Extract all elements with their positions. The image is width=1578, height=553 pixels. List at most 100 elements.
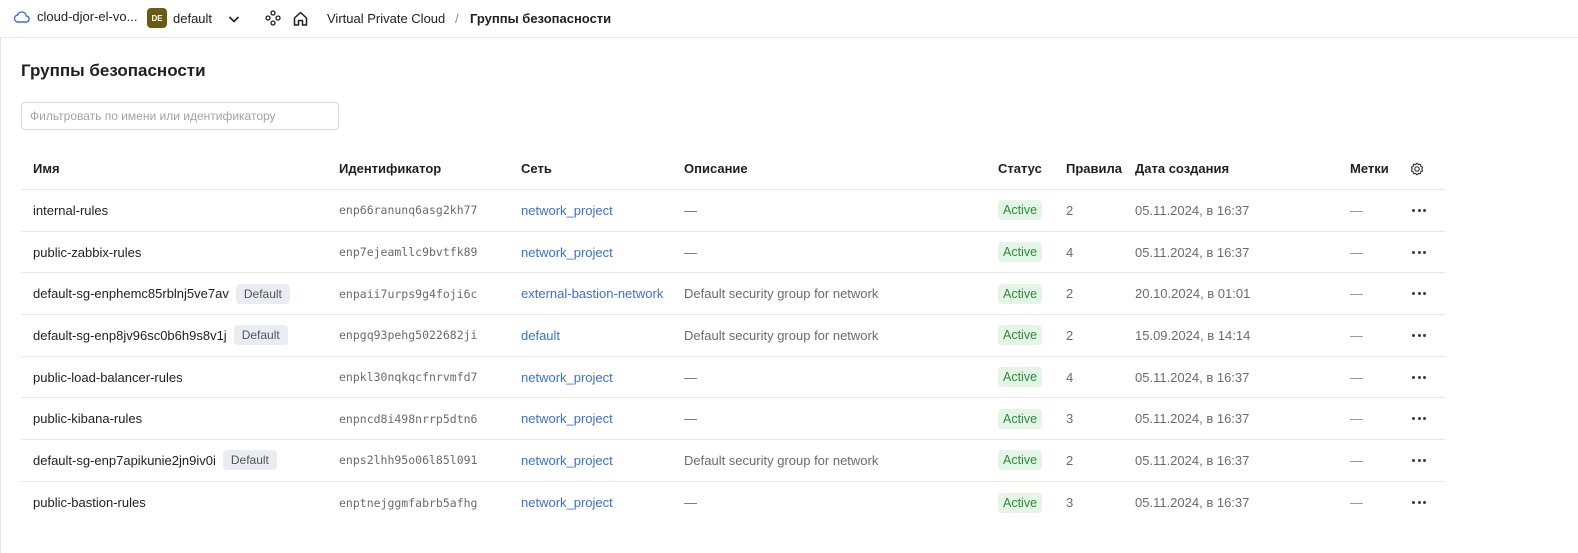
table-row[interactable]: default-sg-enp7apikunie2jn9iv0i Default …	[21, 440, 1445, 482]
rules-count: 4	[1066, 244, 1074, 260]
left-divider	[0, 38, 1, 553]
default-badge: Default	[222, 450, 277, 471]
created-date: 05.11.2024, в 16:37	[1135, 411, 1250, 427]
row-actions-button[interactable]	[1409, 398, 1429, 439]
column-header-rules[interactable]: Правила	[1066, 148, 1122, 189]
row-actions-button[interactable]	[1409, 357, 1429, 398]
more-horizontal-icon	[1412, 250, 1426, 254]
group-id: enpgq93pehg5022682ji	[339, 328, 478, 343]
group-id: enpncd8i498nrrp5dtn6	[339, 411, 478, 426]
more-horizontal-icon	[1412, 333, 1426, 337]
status-badge: Active	[998, 450, 1043, 471]
breadcrumb-vpc[interactable]: Virtual Private Cloud	[327, 11, 445, 26]
row-actions-button[interactable]	[1409, 190, 1429, 231]
rules-count: 2	[1066, 452, 1074, 468]
table-settings-button[interactable]	[1409, 148, 1425, 189]
rules-count: 2	[1066, 202, 1074, 218]
network-link[interactable]: network_project	[521, 495, 613, 510]
default-badge: Default	[233, 325, 288, 346]
row-actions-button[interactable]	[1409, 315, 1429, 356]
table-row[interactable]: public-zabbix-rules enp7ejeamllc9bvtfk89…	[21, 232, 1445, 274]
folder-name[interactable]: default	[173, 11, 212, 26]
column-header-network[interactable]: Сеть	[521, 148, 552, 189]
network-link[interactable]: external-bastion-network	[521, 286, 663, 301]
created-date: 05.11.2024, в 16:37	[1135, 244, 1250, 260]
group-description: —	[684, 369, 697, 385]
column-header-description[interactable]: Описание	[684, 148, 748, 189]
created-date: 20.10.2024, в 01:01	[1135, 286, 1251, 302]
column-header-name[interactable]: Имя	[33, 148, 60, 189]
column-header-id[interactable]: Идентификатор	[339, 148, 441, 189]
network-link[interactable]: network_project	[521, 245, 613, 260]
home-icon[interactable]	[292, 10, 309, 27]
table-row[interactable]: public-load-balancer-rules enpkl30nqkqcf…	[21, 357, 1445, 399]
more-horizontal-icon	[1412, 208, 1426, 212]
status-badge: Active	[998, 325, 1043, 346]
group-name[interactable]: default-sg-enp8jv96sc0b6h9s8v1j	[33, 328, 227, 343]
status-badge: Active	[998, 492, 1043, 513]
group-name[interactable]: public-load-balancer-rules	[33, 370, 183, 385]
breadcrumb-current: Группы безопасности	[470, 11, 612, 26]
group-description: Default security group for network	[684, 327, 879, 343]
breadcrumb-separator: /	[455, 11, 459, 26]
network-link[interactable]: network_project	[521, 411, 613, 426]
page-title: Группы безопасности	[21, 61, 206, 80]
group-name[interactable]: internal-rules	[33, 203, 108, 218]
cloud-selector[interactable]: cloud-djor-el-vo...	[13, 9, 137, 24]
rules-count: 2	[1066, 286, 1074, 302]
labels-value: —	[1350, 452, 1363, 468]
row-actions-button[interactable]	[1409, 273, 1429, 314]
created-date: 15.09.2024, в 14:14	[1135, 327, 1251, 343]
group-name[interactable]: public-bastion-rules	[33, 495, 146, 510]
network-link[interactable]: network_project	[521, 453, 613, 468]
table-row[interactable]: public-kibana-rules enpncd8i498nrrp5dtn6…	[21, 398, 1445, 441]
rules-count: 2	[1066, 327, 1074, 343]
group-description: —	[684, 411, 697, 427]
column-header-labels[interactable]: Метки	[1350, 148, 1389, 189]
group-id: enptnejggmfabrb5afhg	[339, 495, 478, 510]
group-id: enp66ranunq6asg2kh77	[339, 203, 478, 218]
vpc-service-icon[interactable]	[265, 10, 281, 26]
rules-count: 3	[1066, 411, 1074, 427]
folder-avatar[interactable]: DE	[147, 8, 167, 28]
labels-value: —	[1350, 202, 1363, 218]
cloud-icon	[13, 11, 30, 23]
top-bar: cloud-djor-el-vo... DE default Virtual P…	[0, 0, 1578, 38]
filter-input[interactable]	[21, 102, 339, 130]
more-horizontal-icon	[1412, 501, 1426, 505]
cloud-name[interactable]: cloud-djor-el-vo...	[37, 9, 137, 24]
row-actions-button[interactable]	[1409, 232, 1429, 273]
labels-value: —	[1350, 411, 1363, 427]
created-date: 05.11.2024, в 16:37	[1135, 369, 1250, 385]
chevron-down-icon[interactable]	[226, 11, 242, 27]
labels-value: —	[1350, 286, 1363, 302]
table-row[interactable]: default-sg-enphemc85rblnj5ve7av Default …	[21, 273, 1445, 316]
network-link[interactable]: network_project	[521, 203, 613, 218]
labels-value: —	[1350, 495, 1363, 511]
table-header: Имя Идентификатор Сеть Описание Статус П…	[21, 148, 1445, 190]
network-link[interactable]: default	[521, 328, 560, 343]
row-actions-button[interactable]	[1409, 440, 1429, 481]
status-badge: Active	[998, 283, 1043, 304]
status-badge: Active	[998, 367, 1043, 388]
column-header-status[interactable]: Статус	[998, 148, 1042, 189]
table-row[interactable]: public-bastion-rules enptnejggmfabrb5afh…	[21, 482, 1445, 524]
row-actions-button[interactable]	[1409, 482, 1429, 524]
security-groups-table: Имя Идентификатор Сеть Описание Статус П…	[21, 148, 1445, 524]
group-name[interactable]: public-zabbix-rules	[33, 245, 141, 260]
group-id: enpkl30nqkqcfnrvmfd7	[339, 370, 478, 385]
labels-value: —	[1350, 327, 1363, 343]
group-name[interactable]: public-kibana-rules	[33, 411, 142, 426]
rules-count: 4	[1066, 369, 1074, 385]
group-name[interactable]: default-sg-enphemc85rblnj5ve7av	[33, 286, 229, 301]
created-date: 05.11.2024, в 16:37	[1135, 495, 1250, 511]
table-row[interactable]: internal-rules enp66ranunq6asg2kh77 netw…	[21, 190, 1445, 232]
group-name[interactable]: default-sg-enp7apikunie2jn9iv0i	[33, 453, 216, 468]
table-row[interactable]: default-sg-enp8jv96sc0b6h9s8v1j Default …	[21, 315, 1445, 357]
more-horizontal-icon	[1412, 375, 1426, 379]
rules-count: 3	[1066, 495, 1074, 511]
network-link[interactable]: network_project	[521, 370, 613, 385]
group-description: Default security group for network	[684, 286, 879, 302]
group-id: enps2lhh95o06l85l091	[339, 453, 478, 468]
column-header-created[interactable]: Дата создания	[1135, 148, 1229, 189]
